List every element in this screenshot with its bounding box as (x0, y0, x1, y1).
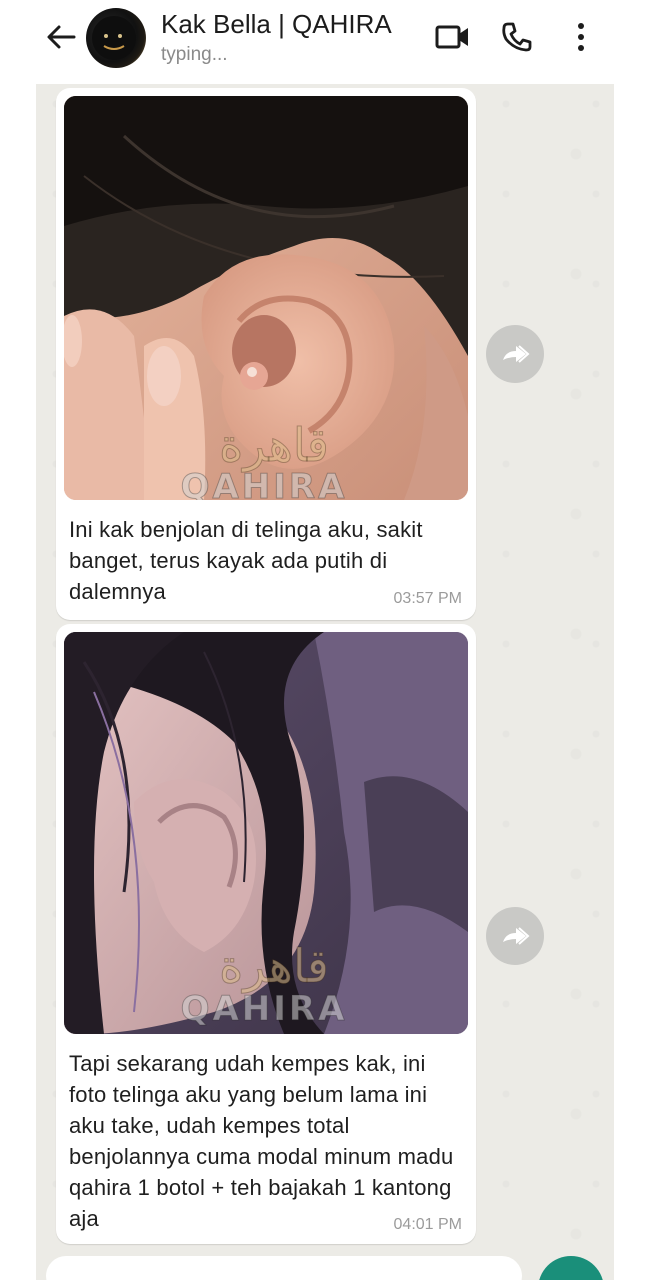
back-arrow-icon[interactable] (44, 22, 78, 52)
message-photo[interactable]: قاهرة QAHIRA (64, 96, 468, 500)
watermark-text: QAHIRA (181, 989, 348, 1029)
forward-button[interactable] (486, 907, 544, 965)
message-time: 03:57 PM (393, 590, 462, 607)
phone-icon[interactable] (500, 20, 534, 54)
watermark-arabic: قاهرة (219, 418, 329, 473)
video-call-icon[interactable] (434, 20, 472, 54)
chat-header: Kak Bella | QAHIRA typing... (0, 0, 650, 80)
forward-button[interactable] (486, 325, 544, 383)
message-bubble[interactable]: قاهرة QAHIRA Tapi sekarang udah kempes k… (56, 624, 476, 1244)
message-photo[interactable]: قاهرة QAHIRA (64, 632, 468, 1034)
message-time: 04:01 PM (393, 1216, 462, 1233)
forward-icon (503, 927, 530, 945)
contact-name[interactable]: Kak Bella | QAHIRA (161, 9, 392, 40)
watermark-arabic: قاهرة (219, 939, 329, 994)
forward-icon (503, 345, 530, 363)
contact-avatar[interactable] (86, 8, 146, 68)
more-vertical-icon[interactable] (568, 20, 594, 54)
message-text: Tapi sekarang udah kempes kak, ini foto … (69, 1051, 454, 1231)
message-input[interactable] (46, 1256, 522, 1280)
watermark-text: QAHIRA (181, 467, 348, 500)
typing-status: typing... (161, 44, 228, 65)
message-bubble[interactable]: قاهرة QAHIRA Ini kak benjolan di telinga… (56, 88, 476, 620)
